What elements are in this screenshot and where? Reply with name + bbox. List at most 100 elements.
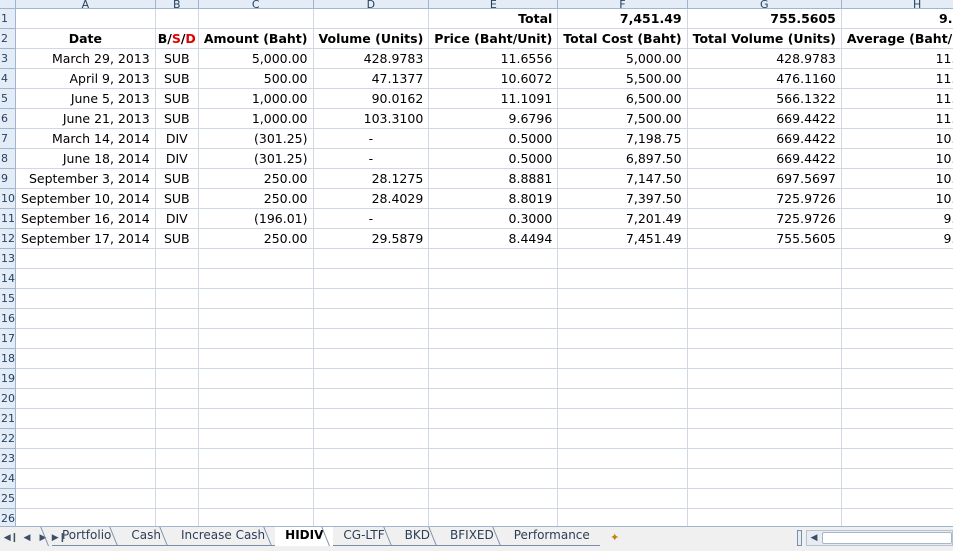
row-header[interactable]: 20 [0,388,16,409]
cell[interactable] [313,448,430,469]
cell[interactable] [15,368,156,389]
type-cell[interactable]: SUB [155,168,199,189]
cell[interactable] [313,268,430,289]
cell[interactable] [557,248,688,269]
total-cost-cell[interactable]: 7,451.49 [557,228,688,249]
scroll-left-icon[interactable]: ◀ [807,531,821,545]
cell[interactable] [198,508,314,526]
average-cell[interactable]: 10.3034 [841,148,953,169]
row-header[interactable]: 5 [0,88,16,109]
cell[interactable] [198,428,314,449]
cell[interactable] [428,428,559,449]
volume-cell[interactable]: - [313,128,430,149]
row-header[interactable]: 17 [0,328,16,349]
column-header-g[interactable]: G [687,0,842,9]
average-cell[interactable]: 11.4814 [841,88,953,109]
cell[interactable] [155,428,199,449]
total-average-value[interactable]: 9.8622 [841,8,953,29]
cell[interactable] [841,368,953,389]
cell[interactable] [428,348,559,369]
cell[interactable] [428,288,559,309]
row-header[interactable]: 15 [0,288,16,309]
cell[interactable] [841,288,953,309]
row-header[interactable]: 21 [0,408,16,429]
price-cell[interactable]: 10.6072 [428,68,559,89]
amount-cell[interactable]: (196.01) [198,208,314,229]
cell[interactable] [15,468,156,489]
volume-cell[interactable]: 28.1275 [313,168,430,189]
volume-cell[interactable]: - [313,148,430,169]
price-cell[interactable]: 0.5000 [428,148,559,169]
cell[interactable] [15,328,156,349]
total-label[interactable]: Total [428,8,559,29]
cell[interactable] [198,388,314,409]
cell[interactable] [198,8,314,29]
cell[interactable] [687,348,842,369]
cell[interactable] [687,268,842,289]
cell[interactable] [687,468,842,489]
cell[interactable] [687,328,842,349]
cell[interactable] [155,268,199,289]
cell[interactable] [687,308,842,329]
row-header[interactable]: 10 [0,188,16,209]
cell[interactable] [557,348,688,369]
amount-header[interactable]: Amount (Baht) [198,28,314,49]
cell[interactable] [15,408,156,429]
date-cell[interactable]: March 29, 2013 [15,48,156,69]
cell[interactable] [155,8,199,29]
cell[interactable] [428,408,559,429]
cell[interactable] [313,308,430,329]
cell[interactable] [428,268,559,289]
cell[interactable] [687,368,842,389]
cell[interactable] [313,408,430,429]
date-header[interactable]: Date [15,28,156,49]
amount-cell[interactable]: 1,000.00 [198,108,314,129]
type-cell[interactable]: SUB [155,88,199,109]
row-header[interactable]: 16 [0,308,16,329]
tab-split-handle[interactable] [797,530,802,546]
cell[interactable] [428,468,559,489]
total-volume-value[interactable]: 755.5605 [687,8,842,29]
amount-cell[interactable]: 250.00 [198,188,314,209]
cell[interactable] [198,468,314,489]
type-cell[interactable]: DIV [155,128,199,149]
cell[interactable] [557,308,688,329]
cell[interactable] [841,348,953,369]
row-header[interactable]: 12 [0,228,16,249]
total-volume-cell[interactable]: 755.5605 [687,228,842,249]
cell[interactable] [313,348,430,369]
bsd-header[interactable]: B/S/D [155,28,199,49]
cell[interactable] [313,428,430,449]
total-cost-cell[interactable]: 5,500.00 [557,68,688,89]
cell[interactable] [313,388,430,409]
cell[interactable] [557,328,688,349]
total-cost-cell[interactable]: 6,500.00 [557,88,688,109]
total-volume-header[interactable]: Total Volume (Units) [687,28,842,49]
total-volume-cell[interactable]: 669.4422 [687,108,842,129]
cell[interactable] [557,488,688,509]
row-header[interactable]: 13 [0,248,16,269]
average-cell[interactable]: 11.5518 [841,68,953,89]
cell[interactable] [313,8,430,29]
cell[interactable] [687,448,842,469]
cell[interactable] [557,408,688,429]
cell[interactable] [155,328,199,349]
cell[interactable] [313,488,430,509]
type-cell[interactable]: SUB [155,108,199,129]
type-cell[interactable]: DIV [155,148,199,169]
amount-cell[interactable]: 250.00 [198,228,314,249]
row-header[interactable]: 11 [0,208,16,229]
cell[interactable] [428,448,559,469]
column-header-e[interactable]: E [428,0,559,9]
cell[interactable] [428,488,559,509]
date-cell[interactable]: June 18, 2014 [15,148,156,169]
cell[interactable] [557,388,688,409]
row-header[interactable]: 25 [0,488,16,509]
cell[interactable] [428,508,559,526]
type-cell[interactable]: SUB [155,228,199,249]
cell[interactable] [15,288,156,309]
total-cost-value[interactable]: 7,451.49 [557,8,688,29]
row-header[interactable]: 26 [0,508,16,526]
average-cell[interactable]: 9.9198 [841,208,953,229]
price-cell[interactable]: 11.1091 [428,88,559,109]
